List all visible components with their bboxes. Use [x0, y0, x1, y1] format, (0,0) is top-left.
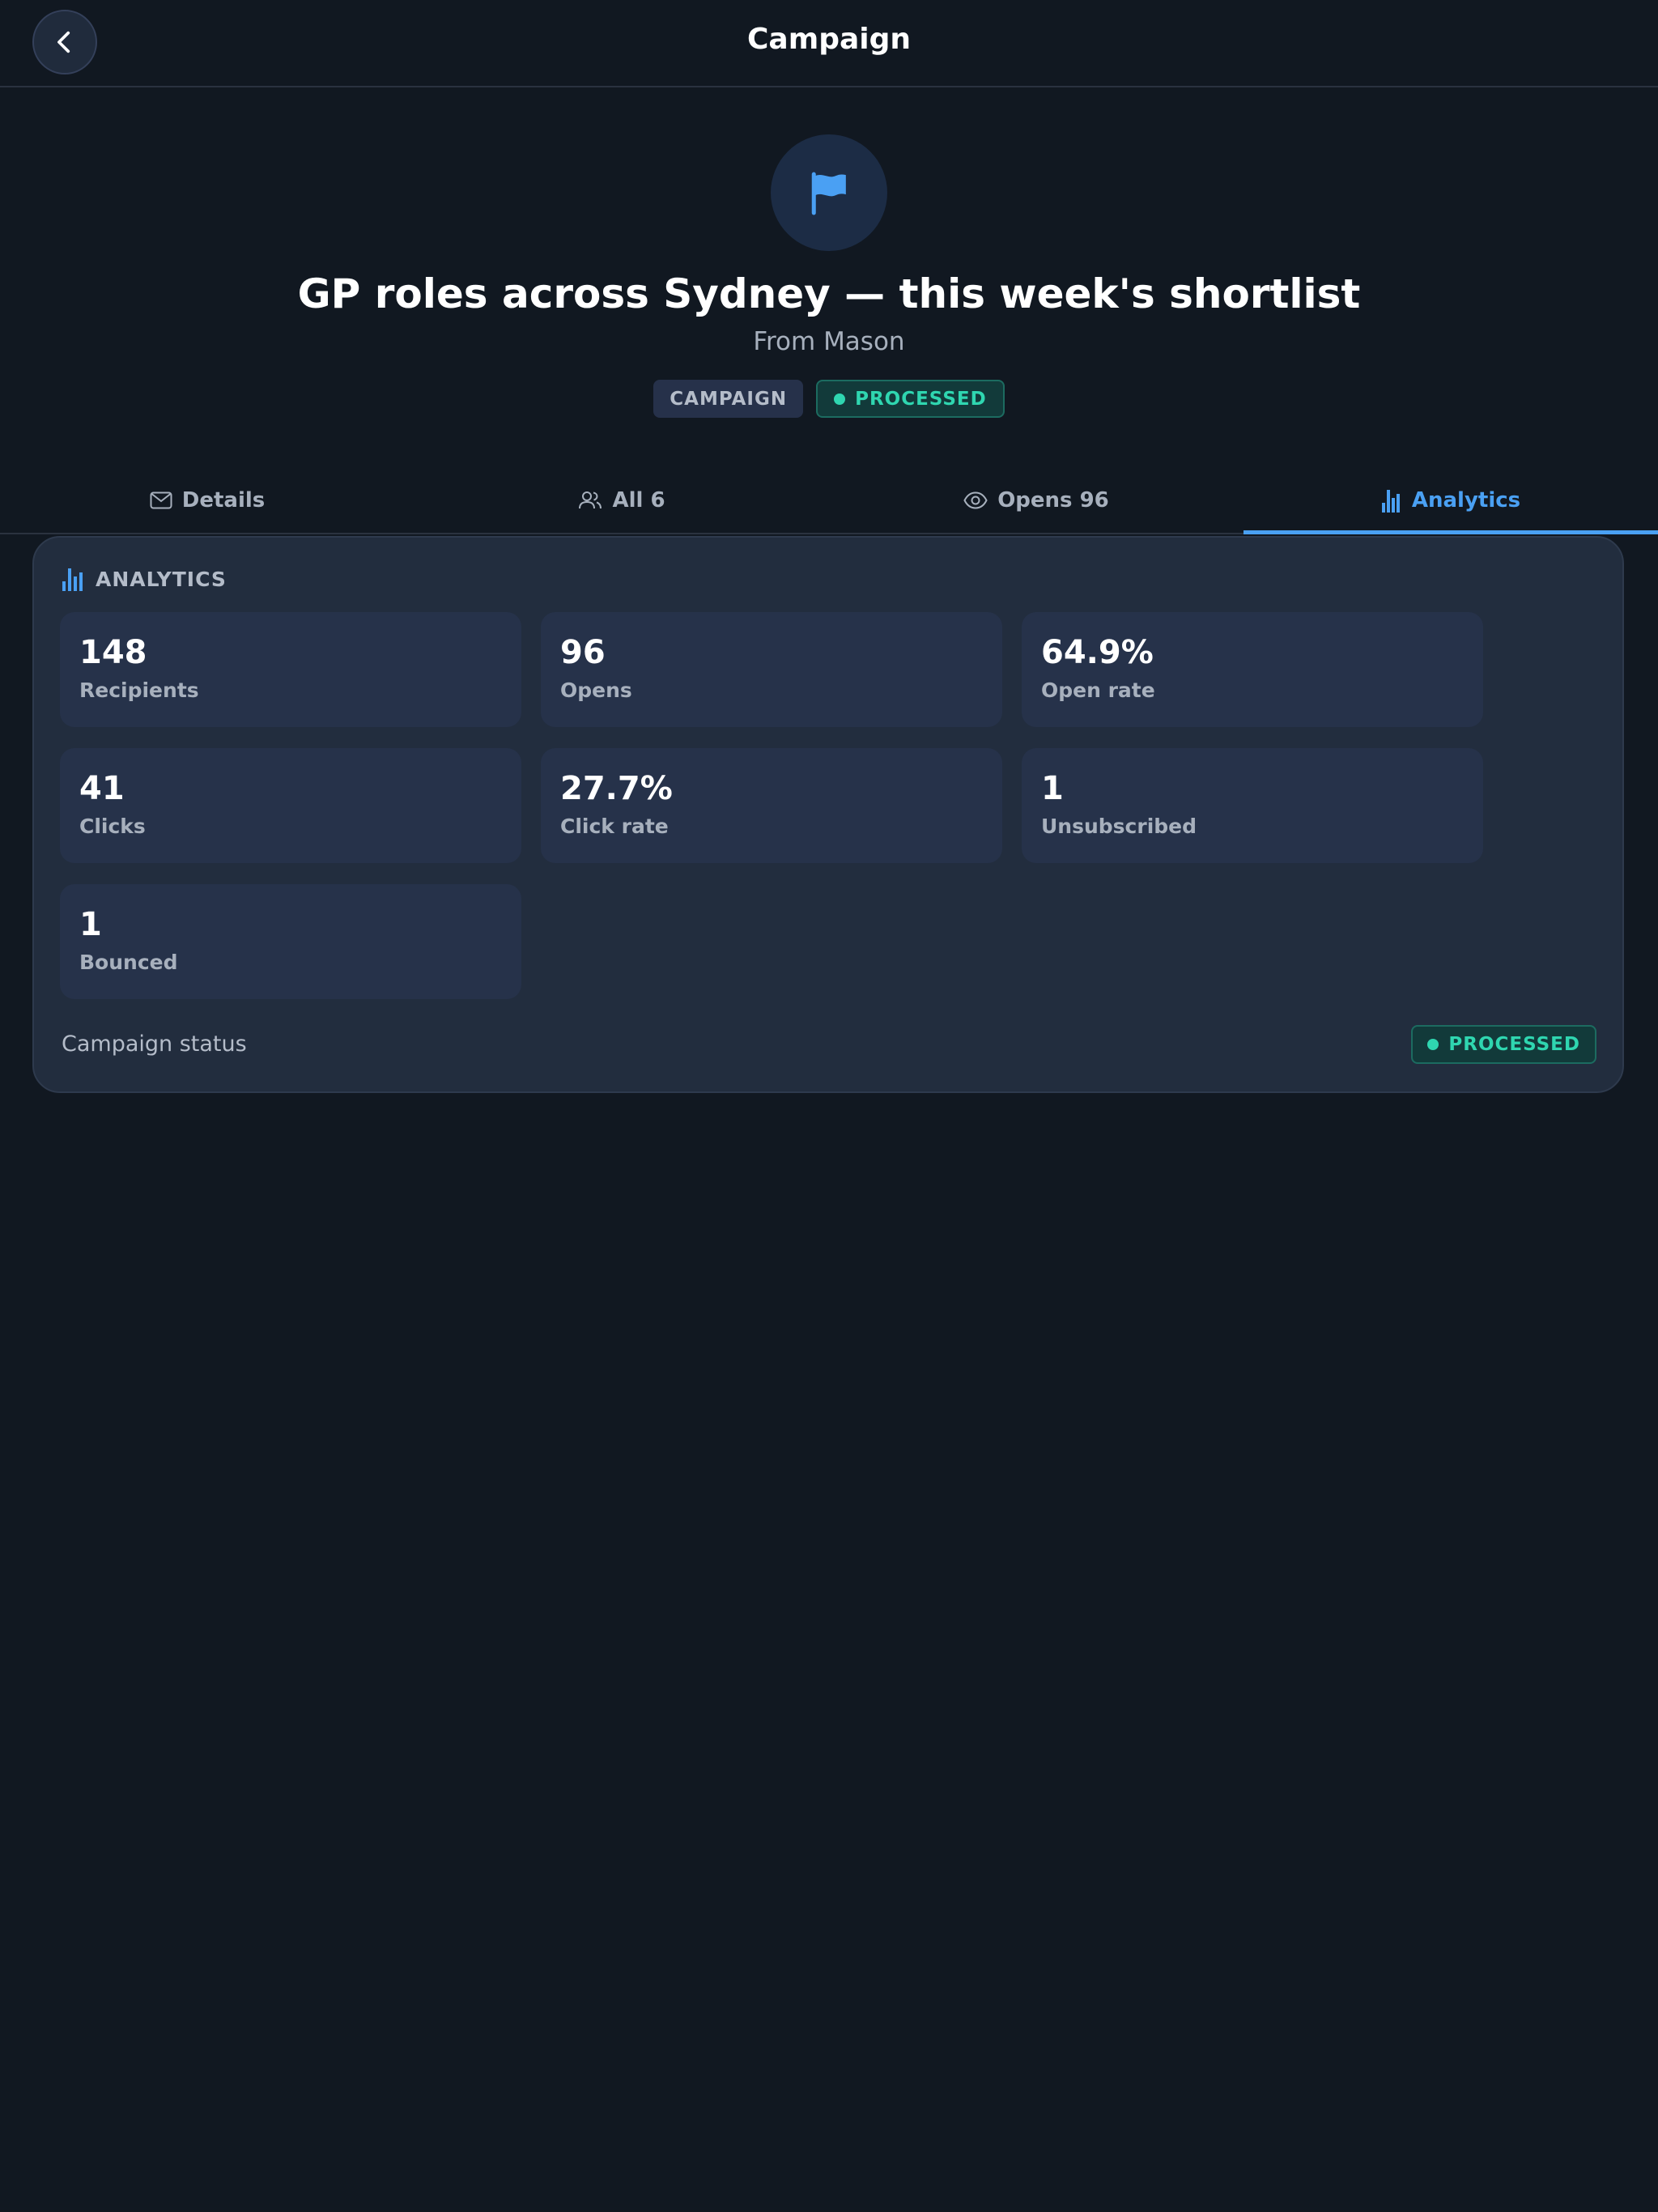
stat-label: Click rate — [560, 815, 669, 838]
tab-analytics-label: Analytics — [1411, 488, 1521, 513]
campaign-status-value: PROCESSED — [1448, 1034, 1580, 1055]
campaign-avatar — [771, 134, 887, 251]
stat-open-rate: 64.9% Open rate — [1022, 612, 1483, 727]
tab-bar: Details All 6 Opens 96 Analytics — [0, 468, 1658, 534]
status-dot-icon — [1427, 1039, 1439, 1050]
campaign-status-badge: PROCESSED — [1411, 1025, 1596, 1064]
stat-label: Unsubscribed — [1041, 815, 1197, 838]
top-bar: Campaign — [0, 0, 1658, 87]
tab-opens[interactable]: Opens 96 — [829, 468, 1244, 533]
tab-opens-label: Opens 96 — [997, 488, 1109, 513]
stat-click-rate: 27.7% Click rate — [541, 748, 1002, 863]
stats-grid: 148 Recipients 96 Opens 64.9% Open rate … — [60, 612, 1494, 999]
users-icon — [579, 491, 602, 509]
stat-value: 41 — [79, 770, 125, 807]
stat-label: Recipients — [79, 678, 199, 702]
tab-details[interactable]: Details — [0, 468, 414, 533]
stat-value: 148 — [79, 634, 147, 671]
status-badge-label: PROCESSED — [855, 388, 987, 410]
tab-all[interactable]: All 6 — [414, 468, 829, 533]
stat-value: 96 — [560, 634, 606, 671]
campaign-sender: From Mason — [753, 327, 905, 356]
page-title: Campaign — [746, 23, 912, 56]
stat-value: 1 — [79, 906, 102, 943]
stat-recipients: 148 Recipients — [60, 612, 521, 727]
mail-icon — [150, 491, 172, 509]
bar-chart-icon — [62, 568, 83, 591]
flag-icon — [811, 172, 846, 215]
stat-value: 27.7% — [560, 770, 673, 807]
stat-value: 64.9% — [1041, 634, 1154, 671]
stat-clicks: 41 Clicks — [60, 748, 521, 863]
analytics-card: ANALYTICS 148 Recipients 96 Opens 64.9% … — [32, 536, 1624, 1093]
stat-bounced: 1 Bounced — [60, 884, 521, 999]
stat-label: Clicks — [79, 815, 146, 838]
analytics-header: ANALYTICS — [62, 567, 227, 591]
type-badge: CAMPAIGN — [653, 380, 804, 418]
status-dot-icon — [834, 393, 846, 405]
tab-analytics[interactable]: Analytics — [1244, 468, 1658, 534]
tab-details-label: Details — [181, 488, 266, 513]
stat-value: 1 — [1041, 770, 1064, 807]
campaign-title: GP roles across Sydney — this week's sho… — [297, 270, 1361, 317]
eye-icon — [963, 491, 988, 509]
stat-unsubscribed: 1 Unsubscribed — [1022, 748, 1483, 863]
stat-label: Bounced — [79, 951, 178, 974]
campaign-badges: CAMPAIGN PROCESSED — [0, 380, 1658, 418]
stat-label: Open rate — [1041, 678, 1155, 702]
stat-label: Opens — [560, 678, 632, 702]
campaign-status-label: Campaign status — [62, 1032, 247, 1057]
analytics-heading: ANALYTICS — [96, 567, 227, 591]
tab-all-label: All 6 — [612, 488, 665, 513]
stat-opens: 96 Opens — [541, 612, 1002, 727]
bar-chart-icon — [1381, 490, 1400, 513]
status-badge: PROCESSED — [816, 380, 1005, 418]
